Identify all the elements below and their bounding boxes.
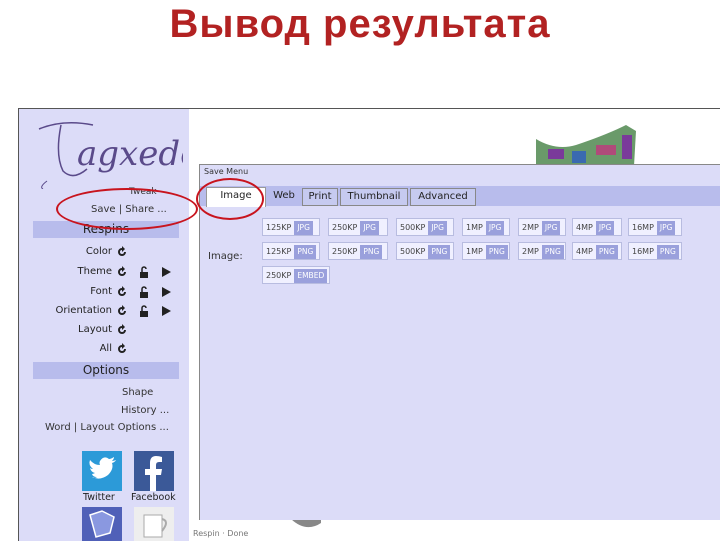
sidebar: agxedo Tweak Save | Share ... Respins Co… <box>19 109 189 541</box>
save-size-button[interactable]: 250KP JPG <box>328 218 388 236</box>
format-badge: JPG <box>485 221 505 235</box>
respin-orientation-row: Orientation <box>19 303 184 321</box>
respin-icon[interactable] <box>115 265 129 279</box>
respin-icon[interactable] <box>115 285 129 299</box>
size-label: 500KP <box>400 223 426 232</box>
respin-layout-row: Layout <box>19 322 184 340</box>
size-label: 2MP <box>522 247 539 256</box>
tab-print[interactable]: Print <box>302 188 338 206</box>
respin-icon[interactable] <box>115 245 129 259</box>
size-label: 125KP <box>266 247 292 256</box>
respin-font-label: Font <box>90 286 112 297</box>
save-size-button[interactable]: 250KP PNG <box>328 242 388 260</box>
size-label: 500KP <box>400 247 426 256</box>
image-label: Image: <box>208 251 243 262</box>
format-badge: JPG <box>360 221 379 235</box>
size-label: 16MP <box>632 247 654 256</box>
save-menu-title: Save Menu <box>204 167 249 176</box>
twitter-icon[interactable] <box>82 451 122 491</box>
respin-all-row: All <box>19 341 184 359</box>
word-cloud-fragment <box>291 519 321 528</box>
respin-color-label: Color <box>85 246 112 257</box>
save-size-button[interactable]: 500KP PNG <box>396 242 454 260</box>
mug-icon[interactable] <box>134 507 174 541</box>
lock-icon[interactable] <box>137 265 151 279</box>
respin-color-row: Color <box>19 244 184 262</box>
format-badge: JPG <box>595 221 615 235</box>
tagxedo-logo: agxedo <box>38 122 183 189</box>
format-badge: JPG <box>428 221 447 235</box>
respin-theme-row: Theme <box>19 264 184 282</box>
respin-orientation-label: Orientation <box>55 305 112 316</box>
save-size-button[interactable]: 1MP JPG <box>462 218 510 236</box>
save-size-button[interactable]: 16MP PNG <box>628 242 682 260</box>
size-label: 125KP <box>266 223 292 232</box>
word-layout-options-link[interactable]: Word | Layout Options ... <box>45 422 169 433</box>
twitter-label: Twitter <box>83 492 115 503</box>
format-badge: JPG <box>656 221 676 235</box>
play-icon[interactable] <box>159 304 173 318</box>
tab-thumbnail[interactable]: Thumbnail <box>340 188 408 206</box>
save-menu-panel: Save Menu Image Web Print Thumbnail Adva… <box>199 164 720 520</box>
format-badge: JPG <box>541 221 561 235</box>
save-size-button[interactable]: 16MP JPG <box>628 218 682 236</box>
format-badge: EMBED <box>294 269 328 283</box>
save-size-button[interactable]: 1MP PNG <box>462 242 510 260</box>
size-label: 250KP <box>266 271 292 280</box>
size-label: 4MP <box>576 247 593 256</box>
size-label: 250KP <box>332 223 358 232</box>
respin-font-row: Font <box>19 284 184 302</box>
respin-all-label: All <box>99 343 112 354</box>
respin-layout-label: Layout <box>78 324 112 335</box>
save-menu-tabs: Image Web Print Thumbnail Advanced <box>200 186 720 207</box>
respin-icon[interactable] <box>115 304 129 318</box>
save-size-button[interactable]: 125KP PNG <box>262 242 320 260</box>
slide-title: Вывод результата <box>169 2 551 46</box>
content-area: Save Menu Image Web Print Thumbnail Adva… <box>191 109 720 541</box>
format-badge: PNG <box>428 245 451 259</box>
history-link[interactable]: History ... <box>121 405 169 416</box>
format-badge: PNG <box>485 245 508 259</box>
save-size-button[interactable]: 2MP PNG <box>518 242 566 260</box>
save-size-button[interactable]: 2MP JPG <box>518 218 566 236</box>
format-badge: PNG <box>360 245 383 259</box>
tab-advanced[interactable]: Advanced <box>410 188 476 206</box>
browser-frame: agxedo Tweak Save | Share ... Respins Co… <box>18 108 720 541</box>
size-label: 4MP <box>576 223 593 232</box>
respin-icon[interactable] <box>115 342 129 356</box>
tab-web[interactable]: Web <box>270 188 298 204</box>
highlight-save-share-ellipse <box>56 188 198 230</box>
status-bar: Respin · Done <box>193 529 249 538</box>
facebook-label: Facebook <box>131 492 176 503</box>
size-label: 2MP <box>522 223 539 232</box>
save-size-button[interactable]: 4MP PNG <box>572 242 622 260</box>
format-badge: JPG <box>294 221 313 235</box>
word-cloud-preview <box>536 125 636 166</box>
format-badge: PNG <box>595 245 618 259</box>
svg-text:agxedo: agxedo <box>77 134 183 174</box>
respin-icon[interactable] <box>115 323 129 337</box>
size-label: 250KP <box>332 247 358 256</box>
save-size-button[interactable]: 500KP JPG <box>396 218 454 236</box>
size-label: 1MP <box>466 247 483 256</box>
size-label: 1MP <box>466 223 483 232</box>
highlight-image-tab-ellipse <box>196 178 264 220</box>
play-icon[interactable] <box>159 285 173 299</box>
format-badge: PNG <box>541 245 564 259</box>
save-size-button[interactable]: 125KP JPG <box>262 218 320 236</box>
share-app-icon[interactable] <box>82 507 122 541</box>
options-header: Options <box>33 362 179 379</box>
shape-link[interactable]: Shape <box>122 387 153 398</box>
lock-icon[interactable] <box>137 285 151 299</box>
lock-icon[interactable] <box>137 304 151 318</box>
format-badge: PNG <box>294 245 317 259</box>
save-size-button[interactable]: 250KP EMBED <box>262 266 330 284</box>
facebook-icon[interactable] <box>134 451 174 491</box>
format-badge: PNG <box>656 245 679 259</box>
save-size-button[interactable]: 4MP JPG <box>572 218 622 236</box>
play-icon[interactable] <box>159 265 173 279</box>
size-label: 16MP <box>632 223 654 232</box>
respin-theme-label: Theme <box>77 266 113 277</box>
